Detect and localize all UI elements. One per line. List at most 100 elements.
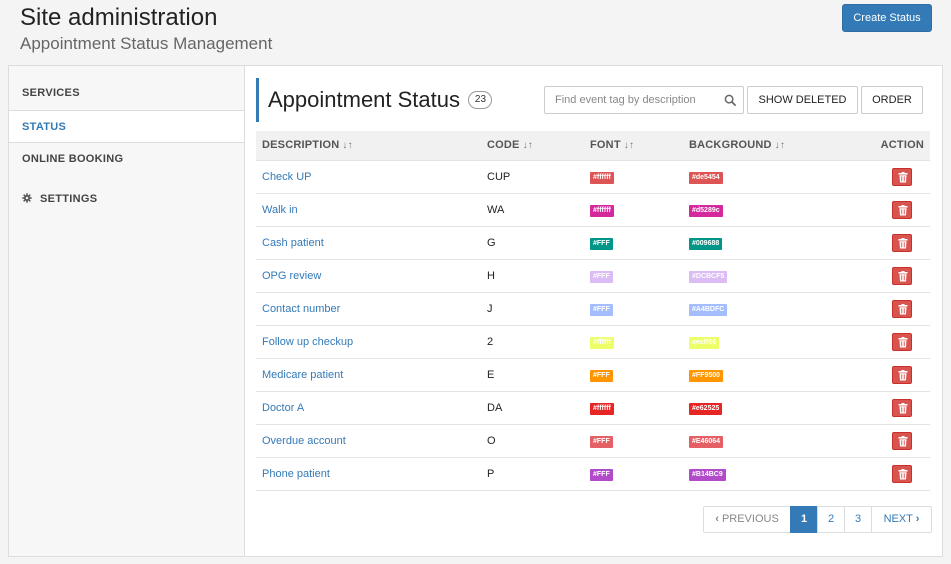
table-body: Check UP CUP #ffffff #de5454 Walk in WA #fffff…	[256, 160, 930, 491]
show-deleted-button[interactable]: SHOW DELETED	[747, 86, 858, 114]
delete-button[interactable]	[892, 431, 912, 450]
delete-button[interactable]	[892, 332, 912, 351]
column-header-background[interactable]: BACKGROUND ↓↑	[683, 131, 840, 161]
page-subtitle: Appointment Status Management	[20, 34, 273, 53]
order-button[interactable]: ORDER	[861, 86, 923, 114]
table-row: OPG review H #FFF #DCBCF5	[256, 259, 930, 293]
page-button-2[interactable]: 2	[817, 506, 845, 533]
main-panel: Appointment Status 23 SHOW DELETED ORDER…	[244, 65, 943, 557]
status-description-link[interactable]: Medicare patient	[262, 369, 343, 381]
background-color-chip: #A4BDFC	[689, 303, 728, 316]
description-cell: Follow up checkup	[256, 325, 481, 359]
search-input[interactable]	[545, 87, 721, 113]
font-cell: #FFF	[584, 424, 683, 458]
action-cell	[840, 457, 930, 491]
search-box	[544, 86, 744, 114]
delete-button[interactable]	[892, 167, 912, 186]
delete-button[interactable]	[892, 233, 912, 252]
font-color-chip: #FFF	[590, 237, 613, 250]
status-description-link[interactable]: Overdue account	[262, 435, 346, 447]
code-cell: WA	[481, 193, 584, 227]
table-row: Phone patient P #FFF #B14BC9	[256, 457, 930, 491]
action-cell	[840, 325, 930, 359]
panel-title: Appointment Status	[268, 87, 461, 112]
action-cell	[840, 391, 930, 425]
font-color-chip: #ffffff	[590, 336, 614, 349]
delete-button[interactable]	[892, 398, 912, 417]
delete-button[interactable]	[892, 266, 912, 285]
font-color-chip: #FFF	[590, 303, 613, 316]
column-header-action: ACTION	[840, 131, 930, 161]
font-color-chip: #FFF	[590, 435, 613, 448]
code-cell: CUP	[481, 160, 584, 194]
count-badge: 23	[468, 91, 493, 109]
font-cell: #FFF	[584, 226, 683, 260]
font-cell: #FFF	[584, 259, 683, 293]
description-cell: Check UP	[256, 160, 481, 194]
font-cell: #ffffff	[584, 193, 683, 227]
description-cell: Doctor A	[256, 391, 481, 425]
status-description-link[interactable]: Contact number	[262, 303, 340, 315]
font-cell: #FFF	[584, 292, 683, 326]
column-header-description[interactable]: DESCRIPTION ↓↑	[256, 131, 481, 161]
code-cell: O	[481, 424, 584, 458]
background-cell: #009688	[683, 226, 840, 260]
next-page-button[interactable]: NEXT ›	[871, 506, 932, 533]
background-color-chip: #FF9500	[689, 369, 724, 382]
sort-icon: ↓↑	[774, 140, 786, 152]
page-header: Site administration Appointment Status M…	[0, 0, 951, 64]
status-description-link[interactable]: Phone patient	[262, 468, 330, 480]
status-description-link[interactable]: Cash patient	[262, 237, 324, 249]
panel-heading: Appointment Status 23	[256, 78, 493, 122]
sort-icon: ↓↑	[623, 140, 635, 152]
description-cell: Overdue account	[256, 424, 481, 458]
page-button-3[interactable]: 3	[844, 506, 872, 533]
sidebar-item-settings[interactable]: SETTINGS	[9, 183, 245, 216]
font-cell: #ffffff	[584, 160, 683, 194]
trash-icon	[898, 369, 908, 380]
code-cell: P	[481, 457, 584, 491]
sort-icon: ↓↑	[522, 140, 533, 152]
status-description-link[interactable]: Walk in	[262, 204, 298, 216]
sidebar-item-status[interactable]: STATUS	[9, 110, 245, 143]
trash-icon	[898, 270, 908, 281]
trash-icon	[898, 204, 908, 215]
description-cell: Cash patient	[256, 226, 481, 260]
font-cell: #FFF	[584, 457, 683, 491]
gear-icon	[22, 193, 32, 203]
sidebar-item-online-booking[interactable]: ONLINE BOOKING	[9, 143, 245, 176]
action-cell	[840, 292, 930, 326]
sidebar-item-label: SETTINGS	[40, 193, 98, 205]
site-title: Site administration	[20, 4, 218, 31]
delete-button[interactable]	[892, 464, 912, 483]
pagination: ‹ PREVIOUS 1 2 3 NEXT ›	[703, 506, 932, 533]
action-cell	[840, 259, 930, 293]
previous-page-button[interactable]: ‹ PREVIOUS	[703, 506, 791, 533]
sidebar-item-services[interactable]: SERVICES	[9, 77, 245, 110]
trash-icon	[898, 171, 908, 182]
status-description-link[interactable]: Follow up checkup	[262, 336, 353, 348]
description-cell: Medicare patient	[256, 358, 481, 392]
table-row: Follow up checkup 2 #ffffff #ecff66	[256, 325, 930, 359]
status-description-link[interactable]: OPG review	[262, 270, 321, 282]
delete-button[interactable]	[892, 365, 912, 384]
status-description-link[interactable]: Doctor A	[262, 402, 304, 414]
font-color-chip: #ffffff	[590, 402, 614, 415]
column-header-font[interactable]: FONT ↓↑	[584, 131, 683, 161]
column-header-code[interactable]: CODE ↓↑	[481, 131, 584, 161]
background-cell: #e62525	[683, 391, 840, 425]
search-icon[interactable]	[724, 94, 737, 107]
sidebar: SERVICES STATUS ONLINE BOOKING SETTINGS	[8, 65, 245, 557]
code-cell: G	[481, 226, 584, 260]
action-cell	[840, 424, 930, 458]
create-status-button[interactable]: Create Status	[842, 4, 932, 32]
status-description-link[interactable]: Check UP	[262, 171, 312, 183]
delete-button[interactable]	[892, 299, 912, 318]
delete-button[interactable]	[892, 200, 912, 219]
font-color-chip: #FFF	[590, 468, 613, 481]
background-color-chip: #009688	[689, 237, 723, 250]
description-cell: Phone patient	[256, 457, 481, 491]
page-button-1[interactable]: 1	[790, 506, 818, 533]
code-cell: 2	[481, 325, 584, 359]
code-cell: E	[481, 358, 584, 392]
